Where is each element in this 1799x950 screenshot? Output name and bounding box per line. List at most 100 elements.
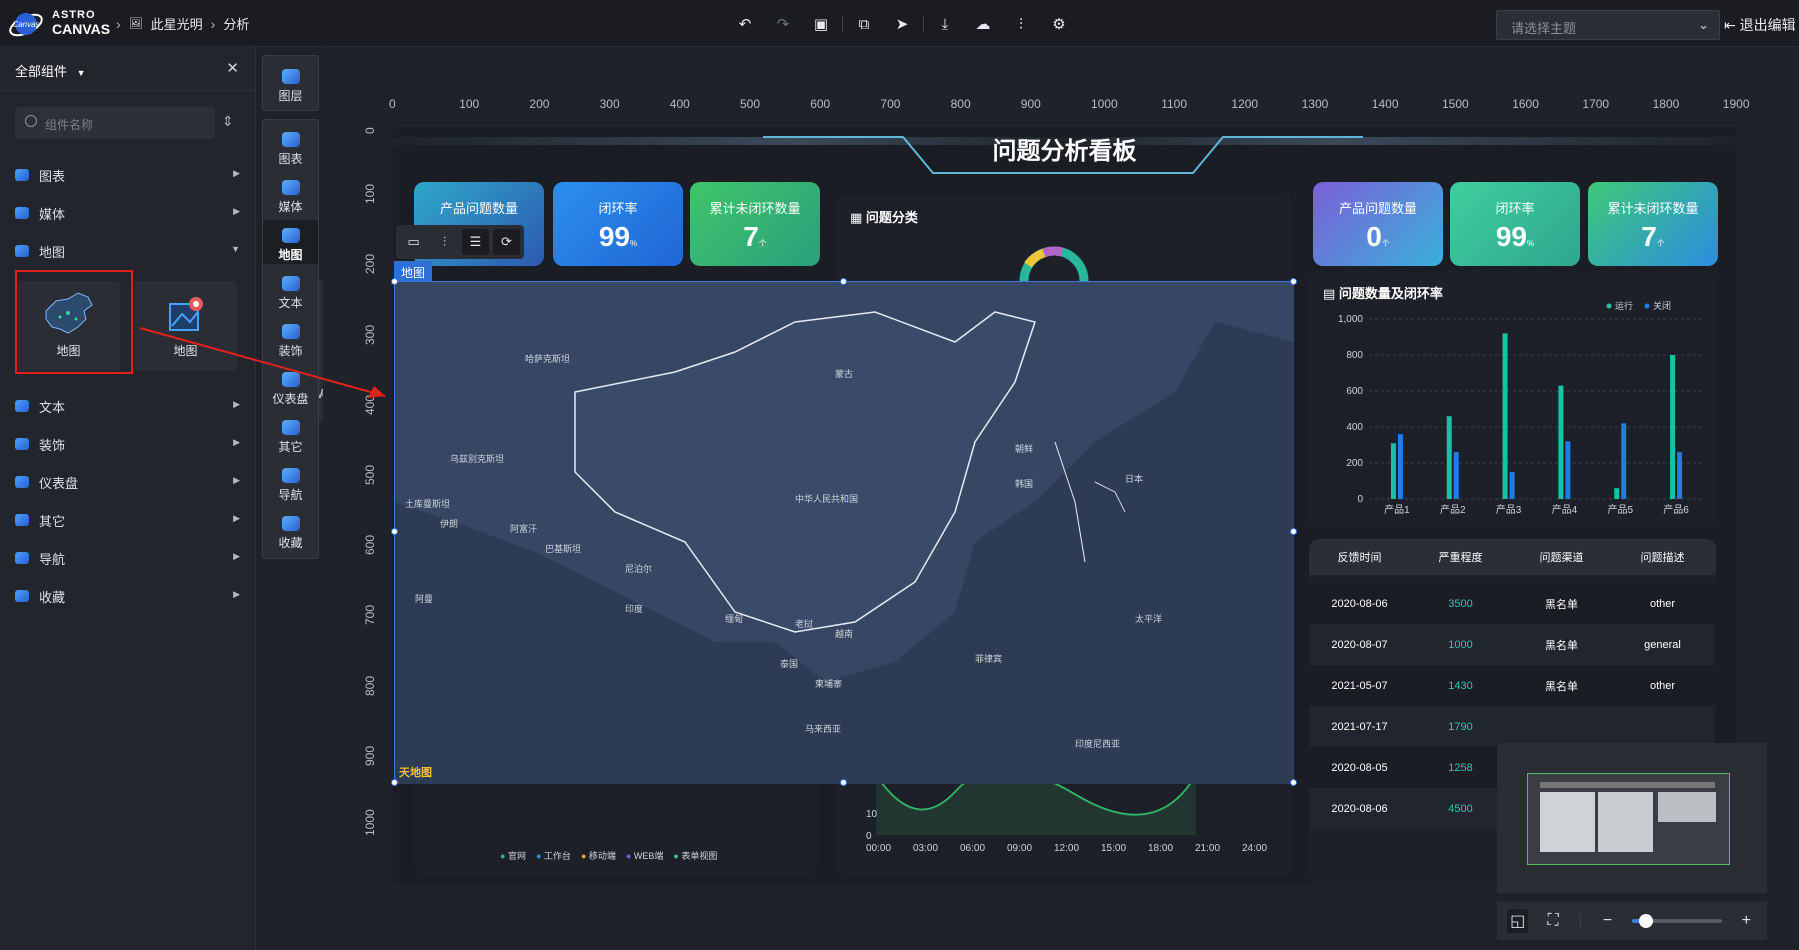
save-icon[interactable]: ▣ (802, 12, 840, 36)
ruler-tick: 100 (363, 184, 377, 205)
table-cell: 2020-08-06 (1331, 802, 1388, 815)
table-row[interactable]: 2020-08-06 3500 黑名单 other (1309, 583, 1714, 624)
database-icon[interactable]: ☰ (462, 229, 489, 255)
tab-favorites[interactable]: 收藏 (263, 508, 318, 552)
category-decoration[interactable]: 装饰 ▶ (15, 434, 240, 454)
bar-chart-panel[interactable]: ▤ 问题数量及闭环率 0 200 400 600 800 1,000 产品1 产品2 产品3 产品… (1309, 271, 1716, 529)
upload-cloud-icon[interactable]: ☁ (964, 12, 1002, 36)
tab-label: 图表 (278, 152, 303, 166)
category-map[interactable]: 地图 ▼ (15, 241, 240, 261)
category-label: 图表 (39, 168, 66, 184)
category-label: 文本 (39, 399, 66, 415)
category-chart[interactable]: 图表 ▶ (15, 165, 240, 185)
close-icon[interactable]: ✕ (226, 59, 239, 77)
fullscreen-icon[interactable]: ⛶ (1542, 909, 1563, 933)
ruler-tick: 200 (363, 254, 377, 275)
resize-handle[interactable] (1290, 528, 1297, 535)
map-place: 越南 (835, 628, 853, 639)
legend-item: ● 官网 (500, 851, 526, 861)
category-dashboard[interactable]: 仪表盘 ▶ (15, 472, 240, 492)
kpi-title: 闭环率 (1495, 201, 1535, 216)
kpi-card[interactable]: 累计未闭环数量 7个 (690, 182, 820, 266)
bar (1621, 423, 1627, 499)
pie-legend: ● 官网 ● 工作台 ● 移动端 ● WEB端 ● 表单视图 (500, 849, 717, 862)
category-media[interactable]: 媒体 ▶ (15, 203, 240, 223)
undo-icon[interactable]: ↶ (726, 12, 764, 36)
publish-icon[interactable]: ➤ (883, 12, 921, 36)
collapse-icon[interactable]: ⇕ (222, 113, 234, 130)
category-navigation[interactable]: 导航 ▶ (15, 548, 240, 568)
resize-handle[interactable] (1290, 779, 1297, 786)
settings-sliders-icon[interactable]: ⫶ (1002, 12, 1040, 36)
bar (1446, 416, 1452, 499)
kpi-value: 7 (1641, 221, 1657, 252)
tab-chart[interactable]: 图表 (263, 124, 318, 168)
redo-icon[interactable]: ↷ (764, 12, 802, 36)
sidebar-header[interactable]: 全部组件 ▼ ✕ (0, 47, 255, 91)
table-cell: 黑名单 (1545, 639, 1578, 652)
minimap-block (1658, 792, 1716, 822)
tab-navigation[interactable]: 导航 (263, 460, 318, 504)
fit-window-icon[interactable]: ◱ (1507, 909, 1529, 933)
zoom-in-icon[interactable]: + (1736, 909, 1757, 933)
kpi-card[interactable]: 闭环率 99% (1450, 182, 1580, 266)
table-row[interactable]: 2020-08-07 1000 黑名单 general (1309, 624, 1714, 665)
kpi-card[interactable]: 产品问题数量 0个 (1313, 182, 1443, 266)
drag-arrow (139, 327, 386, 398)
resize-handle[interactable] (391, 528, 398, 535)
theme-select[interactable]: 请选择主题 ⌄ (1496, 10, 1720, 40)
table-header-cell: 严重程度 (1438, 552, 1483, 564)
zoom-slider[interactable] (1632, 914, 1722, 928)
x-tick: 12:00 (1054, 843, 1080, 854)
tab-map[interactable]: 地图 (263, 220, 318, 264)
x-tick-label: 产品5 (1607, 503, 1633, 516)
template-icon[interactable]: ⚙ (1040, 12, 1078, 36)
favorite-icon (15, 590, 29, 602)
interaction-icon[interactable]: ⟳ (493, 229, 520, 255)
tab-other[interactable]: 其它 (263, 412, 318, 456)
category-other[interactable]: 其它 ▶ (15, 510, 240, 530)
resize-handle[interactable] (391, 278, 398, 285)
tab-text[interactable]: 文本 (263, 268, 318, 312)
map-place: 伊朗 (440, 518, 458, 529)
resize-handle[interactable] (840, 278, 847, 285)
ruler-tick: 1400 (1371, 97, 1399, 111)
component-tab-strip: 图层 图表 媒体 地图 文本 装饰 仪表盘 其它 导航 收藏 (262, 55, 319, 559)
map-component[interactable]: 哈萨克斯坦 蒙古 中华人民共和国 日本 朝鲜 韩国 印度 伊朗 阿富汗 巴基斯坦… (394, 281, 1294, 784)
download-icon[interactable]: ⤓ (926, 12, 964, 36)
tab-label: 收藏 (278, 536, 303, 550)
resize-handle[interactable] (391, 779, 398, 786)
tab-layers[interactable]: 图层 (263, 61, 318, 105)
kpi-card[interactable]: 闭环率 99% (553, 182, 683, 266)
ruler-tick: 1700 (1582, 97, 1610, 111)
chart-icon (282, 132, 300, 147)
resize-handle[interactable] (840, 779, 847, 786)
map-place: 乌兹别克斯坦 (450, 453, 504, 464)
zoom-out-icon[interactable]: − (1597, 909, 1618, 933)
tab-label: 媒体 (278, 200, 303, 214)
exit-edit-button[interactable]: ⇤ 退出编辑 (1724, 15, 1796, 35)
chart-style-icon[interactable]: ▭ (400, 229, 427, 255)
minimap[interactable] (1497, 743, 1767, 893)
tab-media[interactable]: 媒体 (263, 172, 318, 216)
preview-icon[interactable]: ⧉ (845, 12, 883, 36)
bar (1558, 385, 1564, 499)
kpi-value: 0 (1366, 221, 1382, 252)
table-cell: 1790 (1448, 720, 1473, 733)
component-search-input[interactable]: 组件名称 (15, 107, 215, 139)
breadcrumb-project[interactable]: 此星光明 (151, 14, 203, 33)
text-icon (282, 276, 300, 291)
kpi-card[interactable]: 累计未闭环数量 7个 (1588, 182, 1718, 266)
minimap-viewport[interactable] (1527, 773, 1730, 865)
ruler-tick: 700 (880, 97, 901, 111)
category-label: 导航 (39, 551, 66, 567)
settings-sliders-icon[interactable]: ⫶ (431, 229, 458, 255)
chevron-right-icon: › (116, 15, 121, 32)
category-favorites[interactable]: 收藏 ▶ (15, 586, 240, 606)
resize-handle[interactable] (1290, 278, 1297, 285)
table-row[interactable]: 2021-05-07 1430 黑名单 other (1309, 665, 1714, 706)
table-row[interactable]: 2021-07-17 1790 (1309, 706, 1714, 747)
media-icon (282, 180, 300, 195)
zoom-slider-knob[interactable] (1638, 914, 1653, 928)
selected-component-label: 地图 (394, 261, 433, 281)
